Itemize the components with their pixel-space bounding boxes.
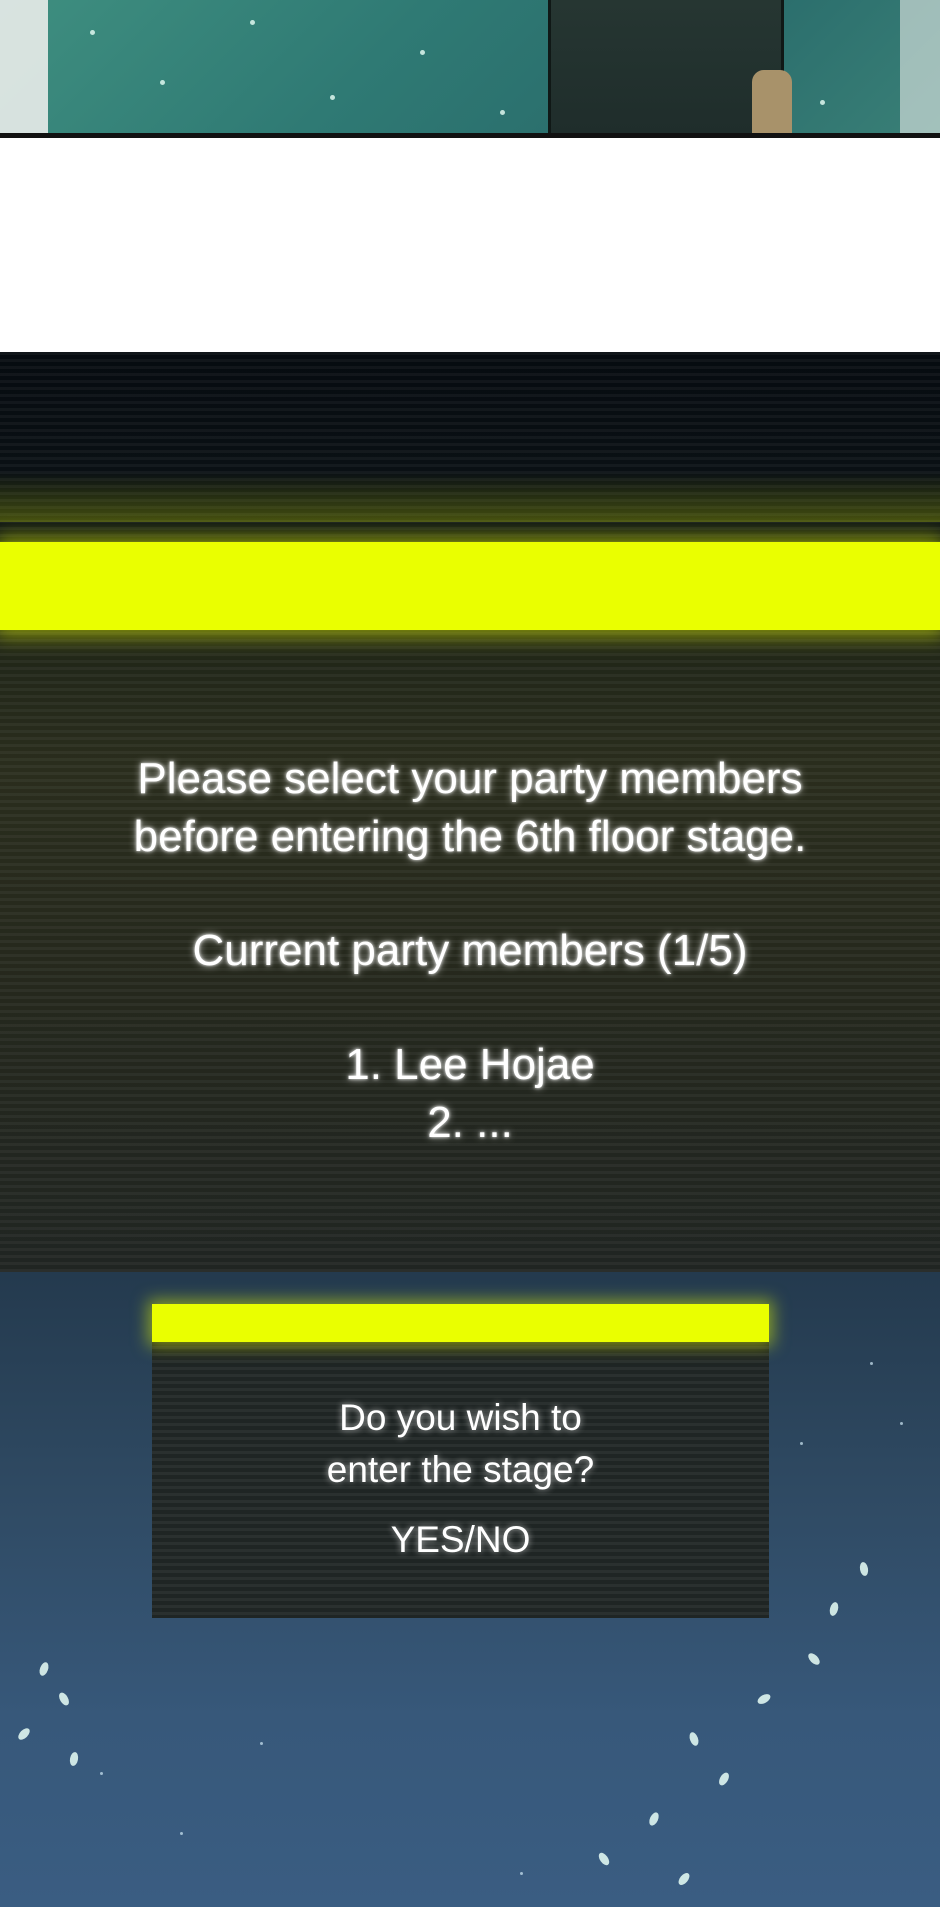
petal bbox=[68, 1751, 80, 1767]
party-member-2: 2. ... bbox=[427, 1098, 513, 1147]
gutter bbox=[0, 138, 940, 352]
pillar-left bbox=[0, 0, 48, 133]
star bbox=[180, 1832, 183, 1835]
top-illustration-panel bbox=[0, 0, 940, 138]
sparkle bbox=[90, 30, 95, 35]
party-prompt-line-2: before entering the 6th floor stage. bbox=[133, 812, 807, 861]
dialog-question-line-2: enter the stage? bbox=[326, 1449, 595, 1490]
petal bbox=[37, 1661, 51, 1677]
glow bbox=[0, 472, 940, 522]
character-coat bbox=[548, 0, 784, 133]
sparkle bbox=[420, 50, 425, 55]
petal bbox=[828, 1601, 840, 1617]
pillar-right bbox=[900, 0, 940, 133]
party-prompt-line-1: Please select your party members bbox=[137, 754, 803, 803]
sparkle bbox=[250, 20, 255, 25]
sparkle bbox=[500, 110, 505, 115]
petal bbox=[16, 1726, 32, 1742]
dialog-header-bar bbox=[152, 1304, 769, 1342]
petal bbox=[687, 1731, 701, 1747]
star bbox=[260, 1742, 263, 1745]
system-window-header-bar bbox=[0, 542, 940, 630]
dialog-question-line-1: Do you wish to bbox=[339, 1397, 582, 1438]
petal bbox=[676, 1871, 692, 1887]
yes-no-options[interactable]: YES/NO bbox=[152, 1514, 769, 1566]
party-member-1: 1. Lee Hojae bbox=[345, 1040, 595, 1089]
sparkle bbox=[820, 100, 825, 105]
petal bbox=[806, 1651, 822, 1667]
petal bbox=[755, 1692, 773, 1706]
star bbox=[100, 1772, 103, 1775]
petal bbox=[596, 1850, 612, 1868]
sparkle bbox=[330, 95, 335, 100]
character-hand bbox=[752, 70, 792, 133]
enter-stage-dialog: Do you wish to enter the stage? YES/NO bbox=[152, 1304, 769, 1618]
party-count: Current party members (1/5) bbox=[192, 926, 748, 975]
system-message-window: Please select your party members before … bbox=[0, 352, 940, 1272]
star bbox=[900, 1422, 903, 1425]
star bbox=[520, 1872, 523, 1875]
star bbox=[800, 1442, 803, 1445]
petal bbox=[858, 1561, 870, 1577]
petal bbox=[647, 1810, 661, 1828]
petal bbox=[57, 1690, 71, 1708]
sparkle bbox=[160, 80, 165, 85]
star bbox=[870, 1362, 873, 1365]
petal bbox=[717, 1770, 731, 1788]
